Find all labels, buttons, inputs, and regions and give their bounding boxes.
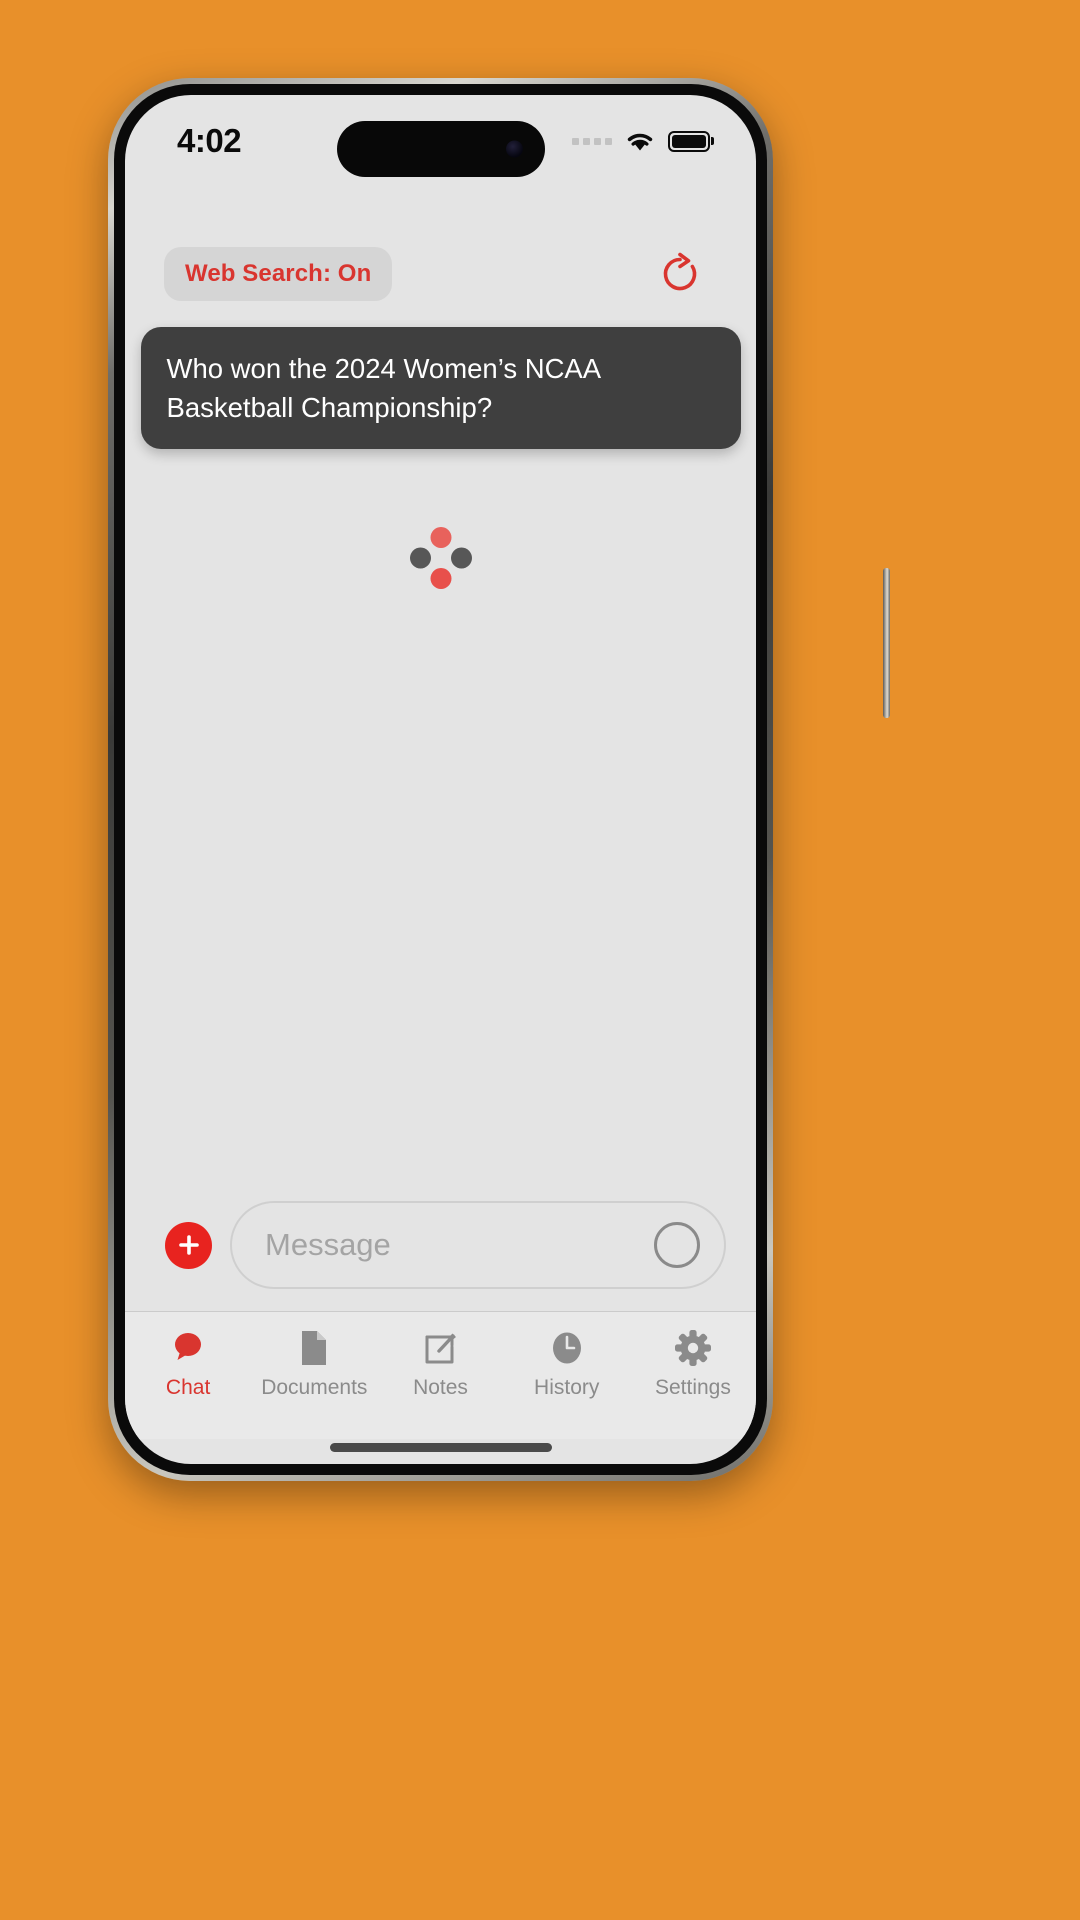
note-pencil-icon: [421, 1327, 461, 1369]
tab-bar: Chat Documents Notes History Settings: [125, 1311, 756, 1439]
message-row: Who won the 2024 Women’s NCAA Basketball…: [125, 327, 756, 450]
signal-dots-icon: [572, 137, 612, 145]
tab-chat[interactable]: Chat: [125, 1327, 251, 1400]
loader-dot-left: [409, 547, 431, 569]
loading-indicator: [409, 527, 472, 590]
device-bezel: 4:02 Web Search: On Who won the 2024 Wom…: [114, 84, 767, 1475]
tab-notes[interactable]: Notes: [377, 1327, 503, 1400]
phone-screen: 4:02 Web Search: On Who won the 2024 Wom…: [125, 95, 756, 1464]
message-input-placeholder: Message: [265, 1227, 391, 1262]
message-composer: Message: [125, 1201, 756, 1311]
chat-toolbar: Web Search: On: [125, 181, 756, 301]
tab-documents[interactable]: Documents: [251, 1327, 377, 1400]
gear-icon: [673, 1327, 713, 1369]
tab-documents-label: Documents: [261, 1376, 368, 1399]
chat-bubble-icon: [168, 1327, 208, 1369]
status-indicators: [572, 130, 710, 153]
wifi-icon: [627, 133, 653, 150]
refresh-icon: [663, 252, 697, 291]
phone-device: 4:02 Web Search: On Who won the 2024 Wom…: [108, 78, 890, 1481]
user-message-bubble: Who won the 2024 Women’s NCAA Basketball…: [140, 327, 741, 450]
loader-dot-right: [450, 547, 472, 569]
status-bar: 4:02: [125, 95, 756, 181]
tab-history-label: History: [534, 1376, 600, 1399]
power-button[interactable]: [883, 568, 890, 718]
chat-area: Who won the 2024 Women’s NCAA Basketball…: [125, 301, 756, 1201]
clock-icon: [547, 1327, 587, 1369]
add-attachment-button[interactable]: [165, 1221, 212, 1269]
message-input[interactable]: Message: [230, 1201, 726, 1289]
loader-dot-top: [430, 527, 451, 549]
loader-dot-bottom: [430, 568, 451, 590]
status-clock: 4:02: [177, 122, 242, 159]
refresh-button[interactable]: [656, 250, 704, 298]
tab-chat-label: Chat: [165, 1376, 211, 1399]
tab-settings[interactable]: Settings: [630, 1327, 756, 1400]
dynamic-island: [336, 121, 545, 177]
web-search-toggle[interactable]: Web Search: On: [164, 247, 393, 301]
tab-settings-label: Settings: [654, 1376, 731, 1399]
tab-notes-label: Notes: [413, 1376, 468, 1399]
record-circle-icon[interactable]: [654, 1222, 700, 1268]
plus-icon: [178, 1235, 199, 1255]
document-icon: [297, 1327, 331, 1369]
front-camera-icon: [505, 140, 523, 158]
tab-history[interactable]: History: [504, 1327, 630, 1400]
battery-full-icon: [668, 130, 710, 152]
home-indicator[interactable]: [329, 1443, 552, 1452]
